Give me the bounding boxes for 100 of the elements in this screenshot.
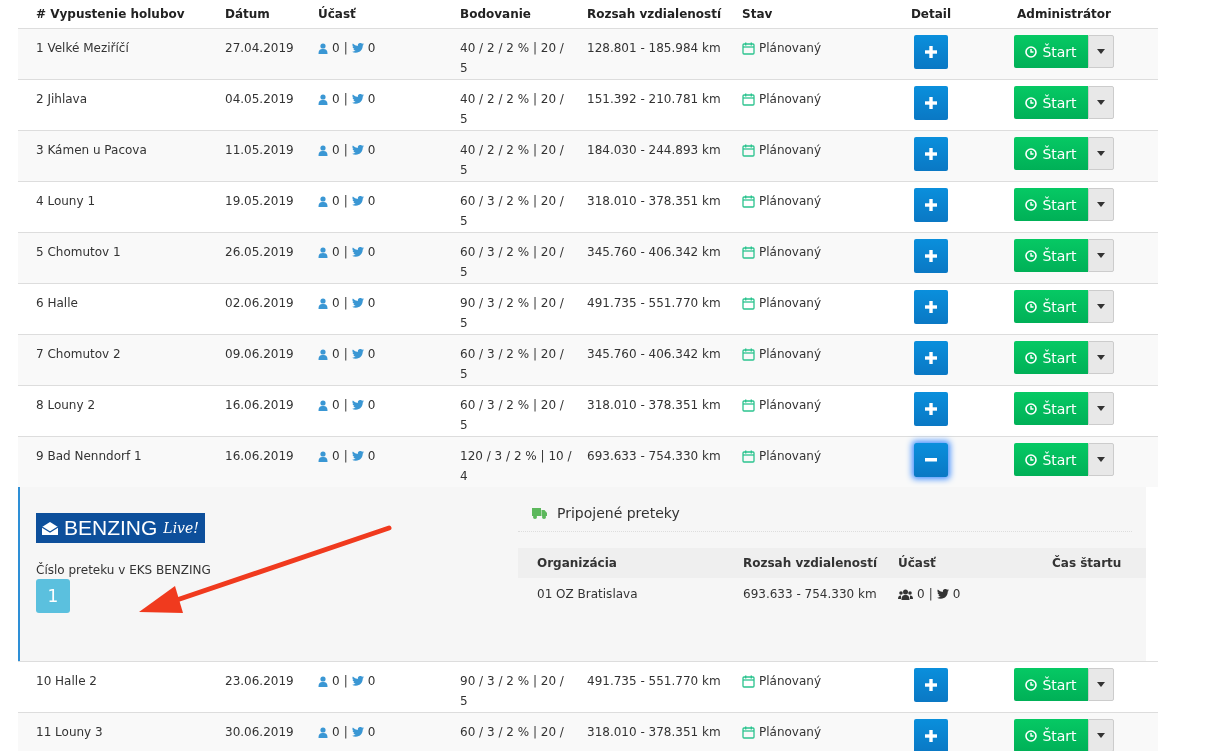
race-date: 04.05.2019 <box>225 91 295 108</box>
bird-icon <box>351 145 364 155</box>
participant-count: 0 <box>332 142 340 159</box>
status-text: Plánovaný <box>759 142 822 159</box>
dropdown-toggle[interactable] <box>1087 239 1114 272</box>
column-header: Čas štartu <box>1052 556 1123 570</box>
dropdown-toggle[interactable] <box>1087 719 1114 751</box>
clock-icon <box>1025 249 1038 262</box>
plus-icon <box>925 46 937 58</box>
start-button[interactable]: Štart <box>1014 188 1088 221</box>
status-text: Plánovaný <box>759 346 822 363</box>
plus-icon <box>925 97 937 109</box>
expand-button[interactable] <box>914 188 948 222</box>
start-button[interactable]: Štart <box>1014 239 1088 272</box>
race-date: 09.06.2019 <box>225 346 295 363</box>
start-button[interactable]: Štart <box>1014 668 1088 701</box>
scoring-text: 60 / 3 / 2 % | 20 / 5 <box>460 346 565 383</box>
expand-button[interactable] <box>914 35 948 69</box>
distance-range: 491.735 - 551.770 km <box>587 673 722 690</box>
caret-icon <box>1096 151 1105 156</box>
plus-icon <box>925 730 937 742</box>
expand-button[interactable] <box>914 341 948 375</box>
eks-label: Číslo preteku v EKS BENZING <box>36 563 211 577</box>
caret-icon <box>1096 682 1105 687</box>
user-icon <box>318 93 328 105</box>
distance-range: 184.030 - 244.893 km <box>587 142 722 159</box>
start-button[interactable]: Štart <box>1014 86 1088 119</box>
distance-range: 128.801 - 185.984 km <box>587 40 722 57</box>
clock-icon <box>1025 453 1038 466</box>
user-icon <box>318 675 328 687</box>
caret-icon <box>1096 355 1105 360</box>
status-text: Plánovaný <box>759 244 822 261</box>
section-title: Pripojené preteky <box>557 505 680 521</box>
scoring-text: 90 / 3 / 2 % | 20 / 5 <box>460 295 565 332</box>
race-date: 16.06.2019 <box>225 448 295 465</box>
dropdown-toggle[interactable] <box>1087 86 1114 119</box>
expand-button[interactable] <box>914 239 948 273</box>
dropdown-toggle[interactable] <box>1087 668 1114 701</box>
status-text: Plánovaný <box>759 91 822 108</box>
caret-icon <box>1096 100 1105 105</box>
expand-button[interactable] <box>914 86 948 120</box>
expand-button[interactable] <box>914 668 948 702</box>
start-button[interactable]: Štart <box>1014 290 1088 323</box>
start-button[interactable]: Štart <box>1014 137 1088 170</box>
separator: | <box>343 397 348 414</box>
dropdown-toggle[interactable] <box>1087 443 1114 476</box>
tweet-count: 0 <box>367 193 376 210</box>
column-header: Bodovanie <box>460 6 532 23</box>
dropdown-toggle[interactable] <box>1087 392 1114 425</box>
bird-icon <box>351 94 364 104</box>
race-name: 11 Louny 3 <box>36 724 104 741</box>
plus-icon <box>925 403 937 415</box>
separator: | <box>343 244 348 261</box>
expand-button[interactable] <box>914 290 948 324</box>
user-icon <box>318 144 328 156</box>
column-header: # Vypustenie holubov <box>36 6 186 23</box>
scoring-text: 60 / 3 / 2 % | 20 / 5 <box>460 193 565 230</box>
participant-count: 0 <box>332 397 340 414</box>
race-date: 16.06.2019 <box>225 397 295 414</box>
distance-range: 693.633 - 754.330 km <box>587 448 722 465</box>
race-date: 27.04.2019 <box>225 40 295 57</box>
clock-icon <box>1025 198 1038 211</box>
status-text: Plánovaný <box>759 40 822 57</box>
distance-range: 345.760 - 406.342 km <box>587 244 722 261</box>
dropdown-toggle[interactable] <box>1087 35 1114 68</box>
distance-range: 151.392 - 210.781 km <box>587 91 722 108</box>
dropdown-toggle[interactable] <box>1087 188 1114 221</box>
caret-icon <box>1096 406 1105 411</box>
expand-button[interactable] <box>914 392 948 426</box>
status-text: Plánovaný <box>759 193 822 210</box>
status-text: Plánovaný <box>759 673 822 690</box>
minus-icon <box>925 458 937 462</box>
race-date: 26.05.2019 <box>225 244 295 261</box>
scoring-text: 120 / 3 / 2 % | 10 / 4 <box>460 448 573 485</box>
start-button[interactable]: Štart <box>1014 392 1088 425</box>
calendar-icon <box>742 347 755 361</box>
caret-icon <box>1096 457 1105 462</box>
dropdown-toggle[interactable] <box>1087 290 1114 323</box>
start-button[interactable]: Štart <box>1014 341 1088 374</box>
start-button[interactable]: Štart <box>1014 443 1088 476</box>
user-icon <box>318 399 328 411</box>
status-text: Plánovaný <box>759 397 822 414</box>
start-button[interactable]: Štart <box>1014 35 1088 68</box>
race-date: 23.06.2019 <box>225 673 295 690</box>
race-name: 9 Bad Nenndorf 1 <box>36 448 143 465</box>
expand-button[interactable] <box>914 137 948 171</box>
calendar-icon <box>742 296 755 310</box>
user-icon <box>318 42 328 54</box>
start-button[interactable]: Štart <box>1014 719 1088 751</box>
tweet-count: 0 <box>367 397 376 414</box>
clock-icon <box>1025 147 1038 160</box>
dropdown-toggle[interactable] <box>1087 341 1114 374</box>
race-name: 10 Halle 2 <box>36 673 98 690</box>
expand-button[interactable] <box>914 719 948 751</box>
distance-range: 491.735 - 551.770 km <box>587 295 722 312</box>
collapse-button[interactable] <box>914 443 948 477</box>
caret-icon <box>1096 202 1105 207</box>
dropdown-toggle[interactable] <box>1087 137 1114 170</box>
envelope-icon <box>42 521 58 535</box>
calendar-icon <box>742 245 755 259</box>
